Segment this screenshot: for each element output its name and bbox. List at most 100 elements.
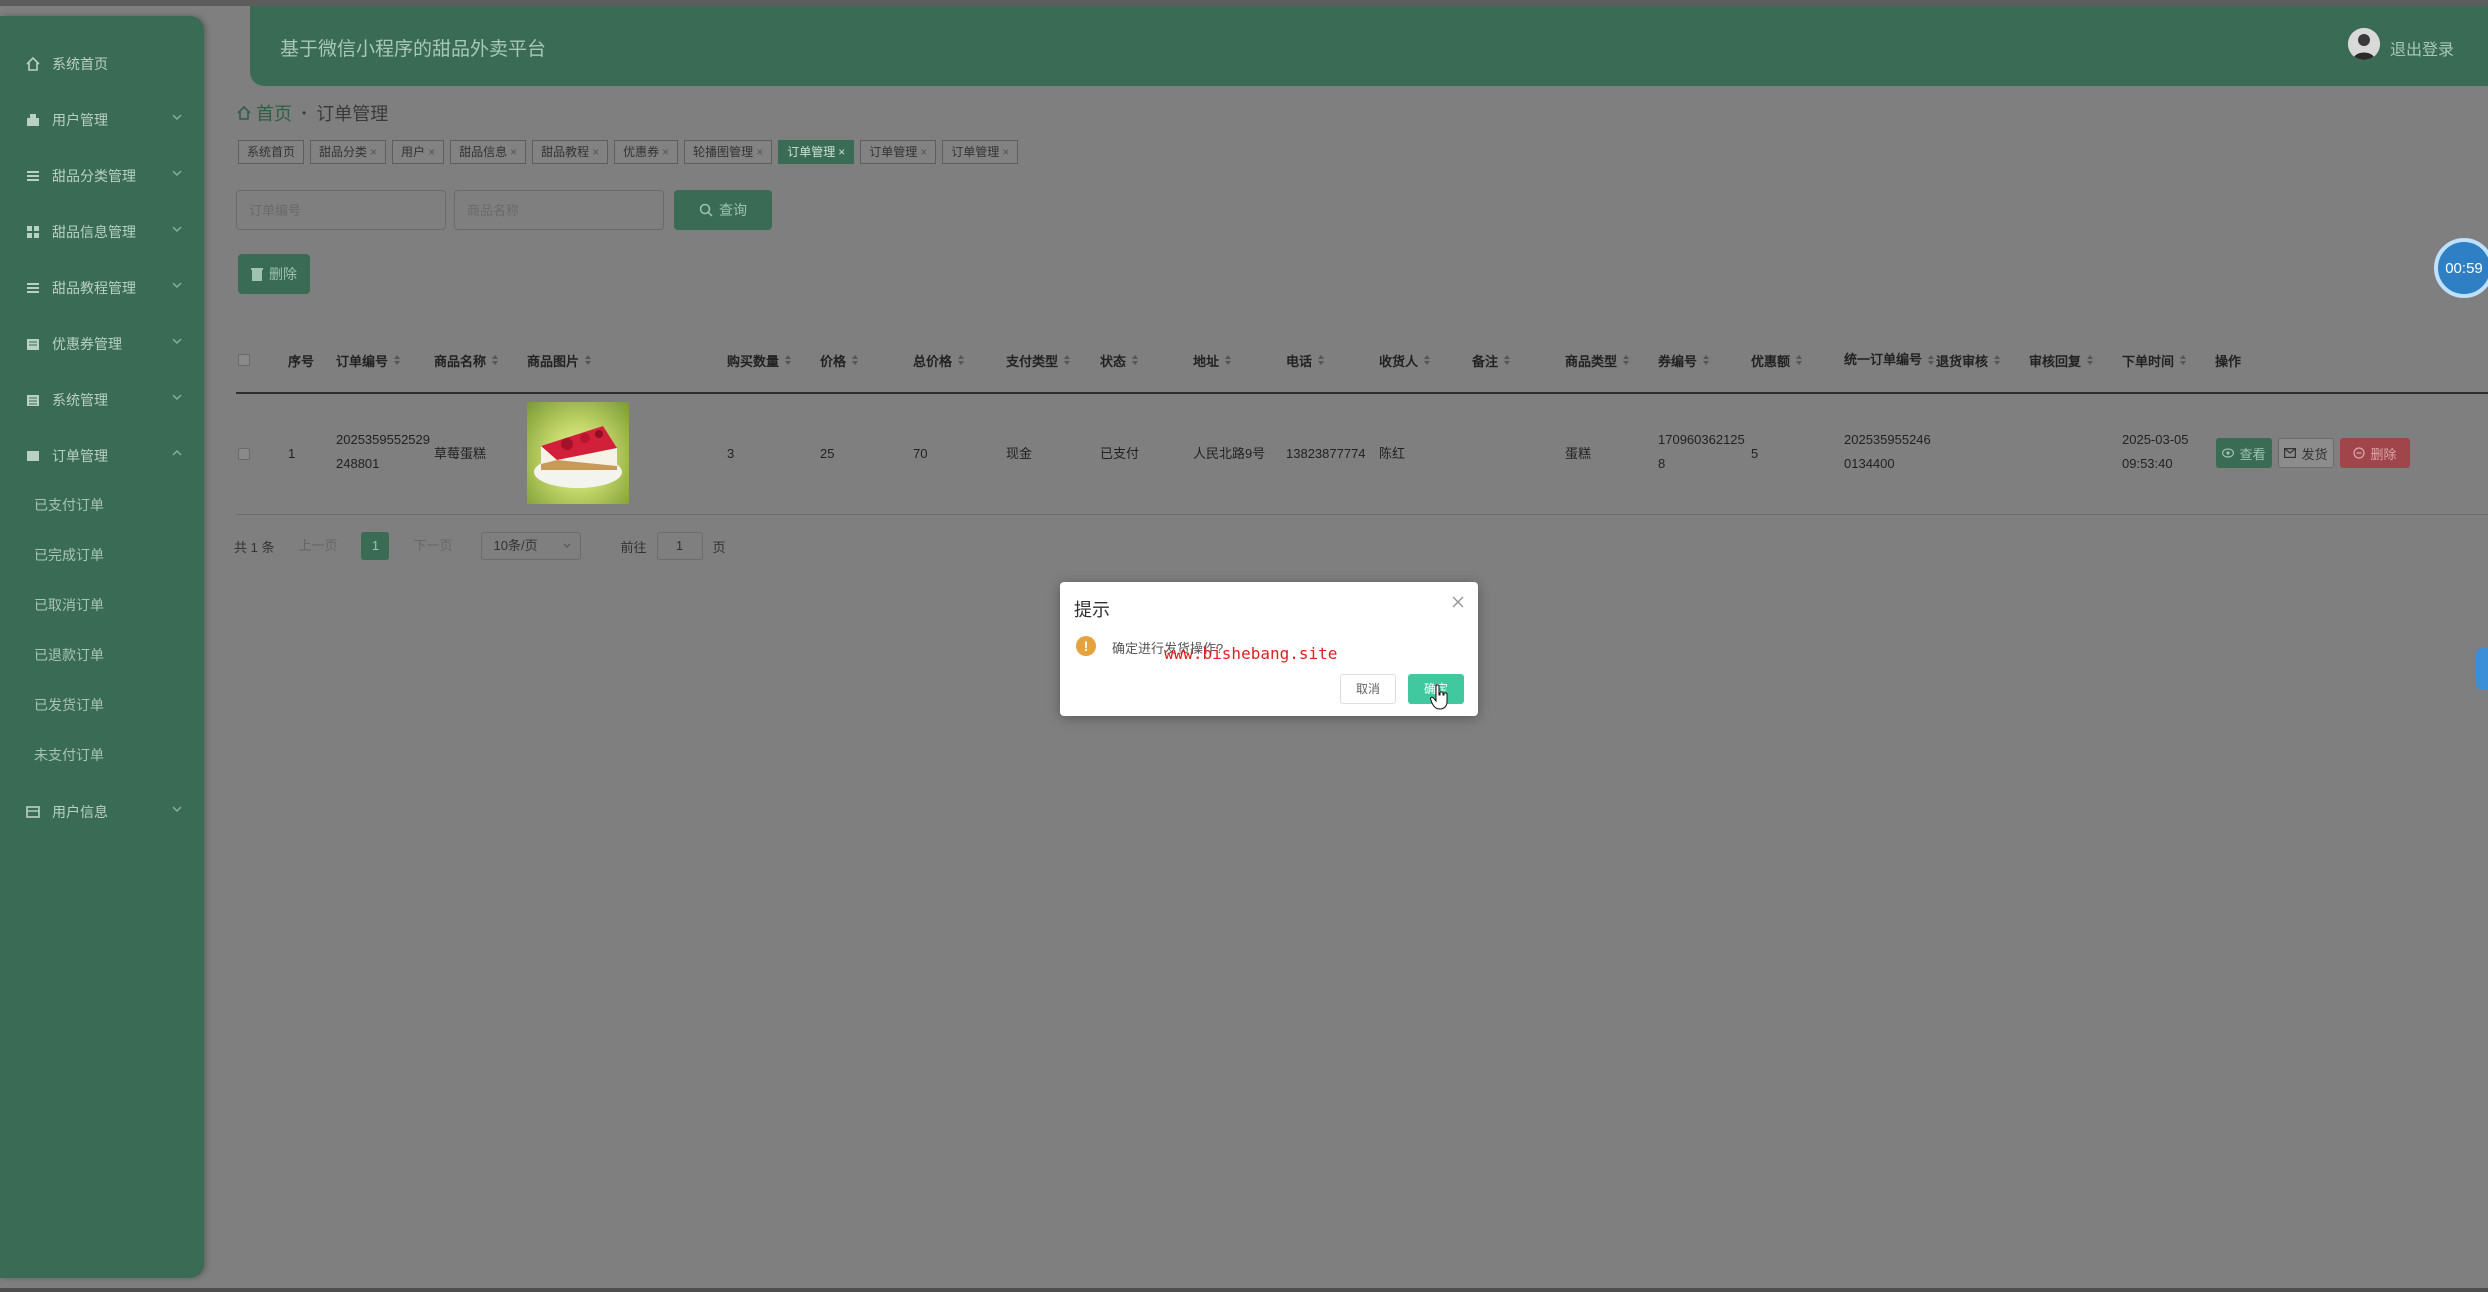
tab-close-icon[interactable]: ×: [592, 145, 599, 159]
delete-row-button[interactable]: 删除: [2340, 438, 2410, 468]
sort-icon[interactable]: [1424, 355, 1431, 365]
sort-icon[interactable]: [1504, 355, 1511, 365]
sort-icon[interactable]: [2087, 355, 2094, 365]
sort-icon[interactable]: [1132, 355, 1139, 365]
product-name-input[interactable]: [454, 190, 664, 230]
sidebar-sub-unpaid[interactable]: 未支付订单: [34, 740, 104, 770]
tab-item[interactable]: 订单管理 ×: [860, 140, 937, 164]
checkbox[interactable]: [238, 354, 250, 366]
page-number-button[interactable]: 1: [361, 532, 390, 560]
sort-icon[interactable]: [394, 355, 401, 365]
tab-item[interactable]: 轮播图管理 ×: [684, 140, 773, 164]
th-sort-unified[interactable]: [1922, 328, 1934, 392]
sort-icon[interactable]: [785, 355, 792, 365]
tab-item[interactable]: 甜品分类 ×: [310, 140, 387, 164]
sidebar-sub-paid[interactable]: 已支付订单: [34, 490, 104, 520]
sidebar-sub-refunded[interactable]: 已退款订单: [34, 640, 104, 670]
th-order-time[interactable]: 下单时间: [2122, 328, 2187, 392]
query-button[interactable]: 查询: [674, 190, 772, 230]
th-pay-type[interactable]: 支付类型: [1006, 328, 1071, 392]
tab-close-icon[interactable]: ×: [920, 145, 927, 159]
order-no-input[interactable]: [236, 190, 446, 230]
sort-icon[interactable]: [852, 355, 859, 365]
side-handle[interactable]: [2476, 648, 2488, 690]
page-size-select[interactable]: 10条/页: [480, 532, 581, 560]
tab-close-icon[interactable]: ×: [756, 145, 763, 159]
th-status[interactable]: 状态: [1100, 328, 1139, 392]
tab-item[interactable]: 甜品教程 ×: [532, 140, 609, 164]
cancel-button[interactable]: 取消: [1340, 674, 1396, 704]
tab-item[interactable]: 订单管理 ×: [942, 140, 1019, 164]
sidebar-item-system[interactable]: 系统管理: [0, 380, 204, 420]
logout-link[interactable]: 退出登录: [2390, 36, 2454, 60]
view-button[interactable]: 查看: [2216, 438, 2272, 468]
select-all-checkbox[interactable]: [238, 328, 250, 392]
ship-button[interactable]: 发货: [2278, 438, 2334, 468]
row-checkbox[interactable]: [238, 448, 250, 460]
th-refund-review[interactable]: 退货审核: [1936, 328, 2001, 392]
sort-icon[interactable]: [1928, 355, 1934, 365]
sidebar-item-home[interactable]: 系统首页: [0, 44, 204, 84]
tab-item[interactable]: 用户 ×: [392, 140, 445, 164]
sidebar-item-dessert-tutorial[interactable]: 甜品教程管理: [0, 268, 204, 308]
tab-item[interactable]: 优惠券 ×: [614, 140, 679, 164]
tab-close-icon[interactable]: ×: [510, 145, 517, 159]
th-unified-no[interactable]: 统一订单编号: [1844, 328, 1922, 392]
close-icon[interactable]: [1452, 596, 1464, 608]
th-phone[interactable]: 电话: [1286, 328, 1325, 392]
user-icon: [24, 111, 42, 129]
sort-icon[interactable]: [1225, 355, 1232, 365]
sort-icon[interactable]: [1994, 355, 2001, 365]
tab-item[interactable]: 系统首页: [238, 140, 305, 164]
sidebar-item-dessert-info[interactable]: 甜品信息管理: [0, 212, 204, 252]
sort-icon[interactable]: [1318, 355, 1325, 365]
th-address[interactable]: 地址: [1193, 328, 1232, 392]
next-page-button[interactable]: 下一页: [403, 532, 463, 560]
sidebar-item-dessert-category[interactable]: 甜品分类管理: [0, 156, 204, 196]
sort-icon[interactable]: [492, 355, 499, 365]
th-discount[interactable]: 优惠额: [1751, 328, 1803, 392]
sort-icon[interactable]: [1064, 355, 1071, 365]
sort-icon[interactable]: [585, 355, 592, 365]
sidebar-sub-completed[interactable]: 已完成订单: [34, 540, 104, 570]
avatar[interactable]: [2348, 28, 2380, 60]
sidebar-sub-shipped[interactable]: 已发货订单: [34, 690, 104, 720]
goto-page-input[interactable]: 1: [656, 532, 703, 560]
sort-icon[interactable]: [1796, 355, 1803, 365]
th-receiver[interactable]: 收货人: [1379, 328, 1431, 392]
pager-goto-label: 前往: [620, 539, 647, 555]
tab-item[interactable]: 订单管理 ×: [778, 140, 855, 164]
sort-icon[interactable]: [1703, 355, 1710, 365]
th-remark[interactable]: 备注: [1472, 328, 1511, 392]
sort-icon[interactable]: [1623, 355, 1630, 365]
tab-close-icon[interactable]: ×: [370, 145, 377, 159]
timer-badge[interactable]: 00:59: [2434, 238, 2488, 298]
checkbox[interactable]: [238, 448, 250, 460]
bottom-strip: [0, 1288, 2488, 1292]
tab-close-icon[interactable]: ×: [662, 145, 669, 159]
sidebar-item-users[interactable]: 用户管理: [0, 100, 204, 140]
tab-close-icon[interactable]: ×: [1002, 145, 1009, 159]
th-name[interactable]: 商品名称: [434, 328, 499, 392]
tab-close-icon[interactable]: ×: [428, 145, 435, 159]
th-price[interactable]: 价格: [820, 328, 859, 392]
sidebar-item-user-info[interactable]: 用户信息: [0, 792, 204, 832]
th-order-no[interactable]: 订单编号: [336, 328, 401, 392]
th-image[interactable]: 商品图片: [527, 328, 592, 392]
th-qty[interactable]: 购买数量: [727, 328, 792, 392]
sidebar-item-coupons[interactable]: 优惠券管理: [0, 324, 204, 364]
sort-icon[interactable]: [2180, 355, 2187, 365]
product-image[interactable]: [527, 402, 629, 504]
th-total[interactable]: 总价格: [913, 328, 965, 392]
sidebar-item-orders[interactable]: 订单管理: [0, 436, 204, 476]
batch-delete-button[interactable]: 删除: [238, 254, 310, 294]
sort-icon[interactable]: [958, 355, 965, 365]
tab-item[interactable]: 甜品信息 ×: [450, 140, 527, 164]
th-review-reply[interactable]: 审核回复: [2029, 328, 2094, 392]
prev-page-button[interactable]: 上一页: [288, 532, 348, 560]
tab-close-icon[interactable]: ×: [838, 145, 845, 159]
sidebar-sub-cancelled[interactable]: 已取消订单: [34, 590, 104, 620]
th-goods-type[interactable]: 商品类型: [1565, 328, 1630, 392]
th-coupon-no[interactable]: 券编号: [1658, 328, 1710, 392]
breadcrumb-home[interactable]: 首页: [236, 100, 292, 126]
